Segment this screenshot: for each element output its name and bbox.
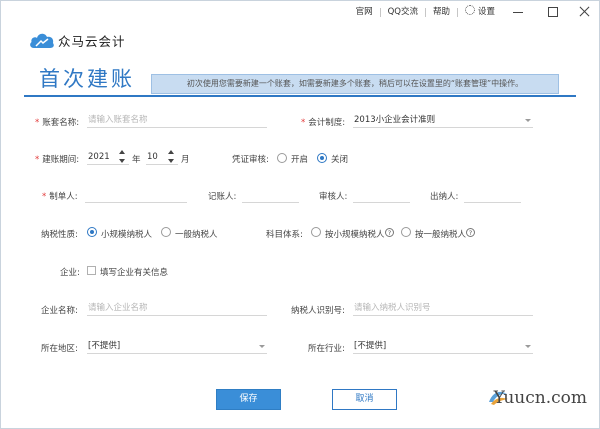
account-name-label-text: 账套名称: bbox=[42, 118, 80, 128]
official-site-link[interactable]: 官网 bbox=[349, 5, 380, 19]
taxpayer-id-input[interactable]: 请输入纳税人识别号 bbox=[353, 302, 533, 316]
general-taxpayer-radio[interactable] bbox=[161, 227, 171, 237]
month-unit: 月 bbox=[181, 155, 190, 165]
tax-nature-label: 纳税性质: bbox=[41, 230, 78, 240]
qq-chat-link[interactable]: QQ交流 bbox=[381, 5, 425, 19]
month-increment-icon[interactable] bbox=[168, 150, 174, 154]
bookkeeper-label: 记账人: bbox=[208, 192, 237, 202]
account-name-label: * 账套名称: bbox=[35, 116, 79, 128]
accounting-system-label: * 会计制度: bbox=[301, 116, 345, 128]
chevron-down-icon bbox=[525, 345, 531, 348]
minimize-button[interactable] bbox=[509, 4, 527, 20]
voucher-review-on-label: 开启 bbox=[291, 155, 309, 165]
chevron-down-icon bbox=[259, 345, 265, 348]
settings-label: 设置 bbox=[477, 7, 495, 17]
maker-label: * 制单人: bbox=[42, 190, 78, 202]
close-button[interactable] bbox=[576, 4, 594, 20]
general-taxpayer-label: 一般纳税人 bbox=[175, 230, 218, 240]
period-label-text: 建账期间: bbox=[42, 155, 80, 165]
maker-input[interactable] bbox=[85, 189, 187, 203]
cloud-logo-icon bbox=[30, 33, 54, 48]
by-general-label: 按一般纳税人 bbox=[415, 230, 467, 240]
app-name: 众马云会计 bbox=[58, 33, 126, 49]
title-bar-links: 官网 QQ交流 帮助 设置 bbox=[349, 5, 502, 19]
small-scale-taxpayer-radio[interactable] bbox=[87, 227, 97, 237]
app-window: 官网 QQ交流 帮助 设置 众马云会计 首次建账 初次使用您需要新建一个账套，如… bbox=[0, 0, 600, 429]
subject-system-label: 科目体系: bbox=[266, 230, 303, 240]
app-logo: 众马云会计 bbox=[29, 30, 126, 50]
page-title: 首次建账 bbox=[39, 67, 135, 91]
reviewer-input[interactable] bbox=[353, 189, 410, 203]
chevron-down-icon bbox=[525, 119, 531, 122]
region-label: 所在地区: bbox=[41, 344, 78, 354]
month-decrement-icon[interactable] bbox=[168, 159, 174, 163]
title-bar: 官网 QQ交流 帮助 设置 bbox=[1, 1, 599, 25]
year-unit: 年 bbox=[132, 155, 141, 165]
voucher-review-on-radio[interactable] bbox=[277, 153, 287, 163]
reviewer-label: 审核人: bbox=[319, 192, 348, 202]
period-label: * 建账期间: bbox=[35, 153, 79, 165]
accounting-system-value: 2013小企业会计准则 bbox=[354, 115, 436, 125]
cancel-button[interactable]: 取消 bbox=[332, 389, 397, 410]
save-button[interactable]: 保存 bbox=[216, 389, 281, 410]
industry-value: [不提供] bbox=[354, 341, 387, 351]
help-icon[interactable]: ? bbox=[466, 228, 475, 237]
title-divider bbox=[24, 95, 576, 97]
region-value: [不提供] bbox=[88, 341, 121, 351]
help-link[interactable]: 帮助 bbox=[426, 5, 457, 19]
required-mark: * bbox=[35, 155, 40, 165]
voucher-review-label: 凭证审核: bbox=[232, 155, 269, 165]
cashier-label: 出纳人: bbox=[430, 192, 459, 202]
voucher-review-off-label: 关闭 bbox=[331, 155, 349, 165]
settings-link[interactable]: 设置 bbox=[458, 5, 502, 19]
month-value: 10 bbox=[147, 152, 158, 162]
accounting-system-select[interactable]: 2013小企业会计准则 bbox=[353, 114, 533, 128]
required-mark: * bbox=[301, 118, 306, 128]
by-general-radio[interactable] bbox=[401, 227, 411, 237]
year-increment-icon[interactable] bbox=[119, 150, 125, 154]
info-banner: 初次使用您需要新建一个账套，如需要新建多个账套，稍后可以在设置里的“账套管理”中… bbox=[151, 74, 559, 94]
accounting-system-label-text: 会计制度: bbox=[308, 118, 346, 128]
voucher-review-off-radio[interactable] bbox=[317, 153, 327, 163]
by-small-scale-radio[interactable] bbox=[311, 227, 321, 237]
company-label: 企业: bbox=[60, 268, 80, 278]
industry-select[interactable]: [不提供] bbox=[353, 340, 533, 354]
region-select[interactable]: [不提供] bbox=[87, 340, 267, 354]
watermark-text: Yuucn.com bbox=[493, 388, 587, 408]
account-name-input[interactable]: 请输入账套名称 bbox=[87, 114, 267, 128]
maker-label-text: 制单人: bbox=[49, 192, 78, 202]
company-info-checkbox-label: 填写企业有关信息 bbox=[100, 268, 169, 278]
required-mark: * bbox=[35, 118, 40, 128]
year-value: 2021 bbox=[88, 152, 110, 162]
taxpayer-id-label: 纳税人识别号: bbox=[291, 306, 345, 316]
required-mark: * bbox=[42, 192, 47, 202]
company-info-checkbox[interactable] bbox=[87, 266, 96, 275]
by-small-scale-label: 按小规模纳税人 bbox=[325, 230, 385, 240]
small-scale-taxpayer-label: 小规模纳税人 bbox=[101, 230, 153, 240]
company-name-label: 企业名称: bbox=[41, 306, 78, 316]
maximize-button[interactable] bbox=[544, 4, 562, 20]
year-decrement-icon[interactable] bbox=[119, 159, 125, 163]
industry-label: 所在行业: bbox=[308, 344, 345, 354]
company-name-input[interactable]: 请输入企业名称 bbox=[87, 302, 267, 316]
cashier-input[interactable] bbox=[464, 189, 521, 203]
bookkeeper-input[interactable] bbox=[242, 189, 299, 203]
help-icon[interactable]: ? bbox=[385, 228, 394, 237]
gear-icon bbox=[464, 5, 475, 15]
